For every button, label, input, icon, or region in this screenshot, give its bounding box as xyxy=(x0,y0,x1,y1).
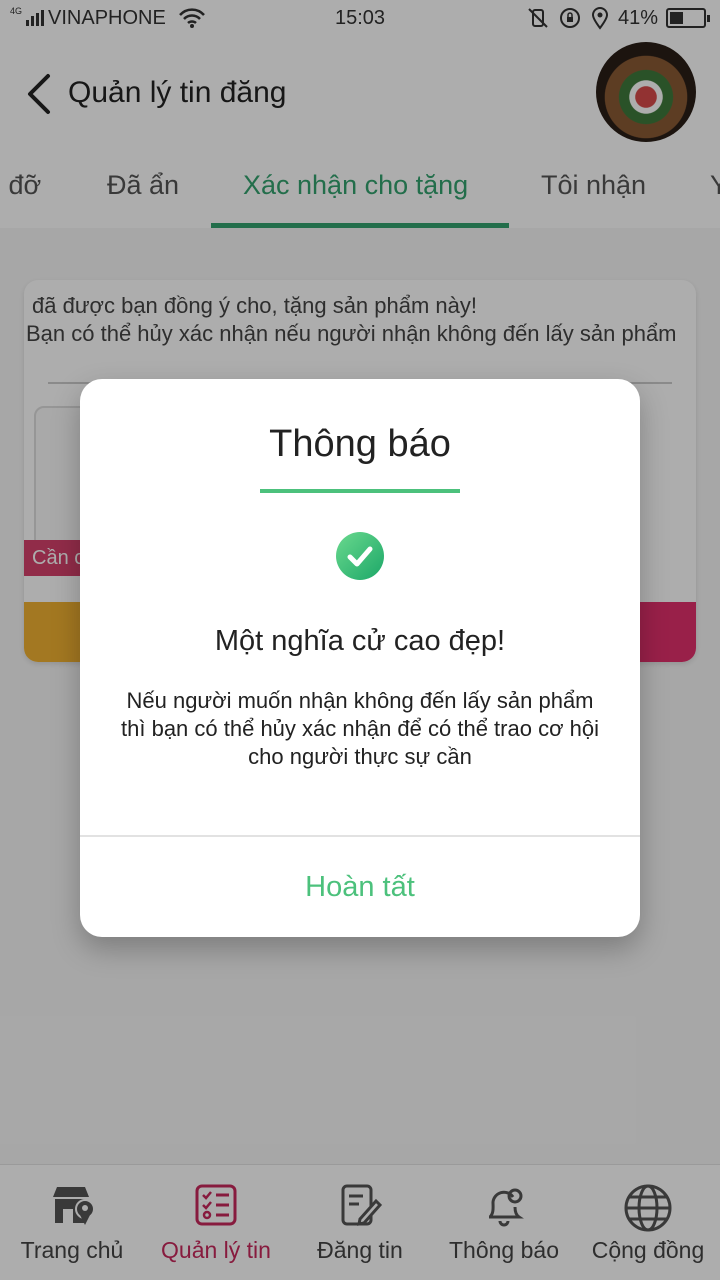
notification-dialog: Thông báo Một nghĩa cử cao đẹp! Nếu ngườ… xyxy=(80,379,640,937)
dialog-title: Thông báo xyxy=(269,423,451,465)
dialog-title-underline xyxy=(260,489,460,493)
dialog-heading: Một nghĩa cử cao đẹp! xyxy=(214,625,506,657)
done-button[interactable]: Hoàn tất xyxy=(80,837,640,937)
dialog-message: Nếu người muốn nhận không đến lấy sản ph… xyxy=(121,688,599,769)
success-check-icon xyxy=(336,532,384,580)
